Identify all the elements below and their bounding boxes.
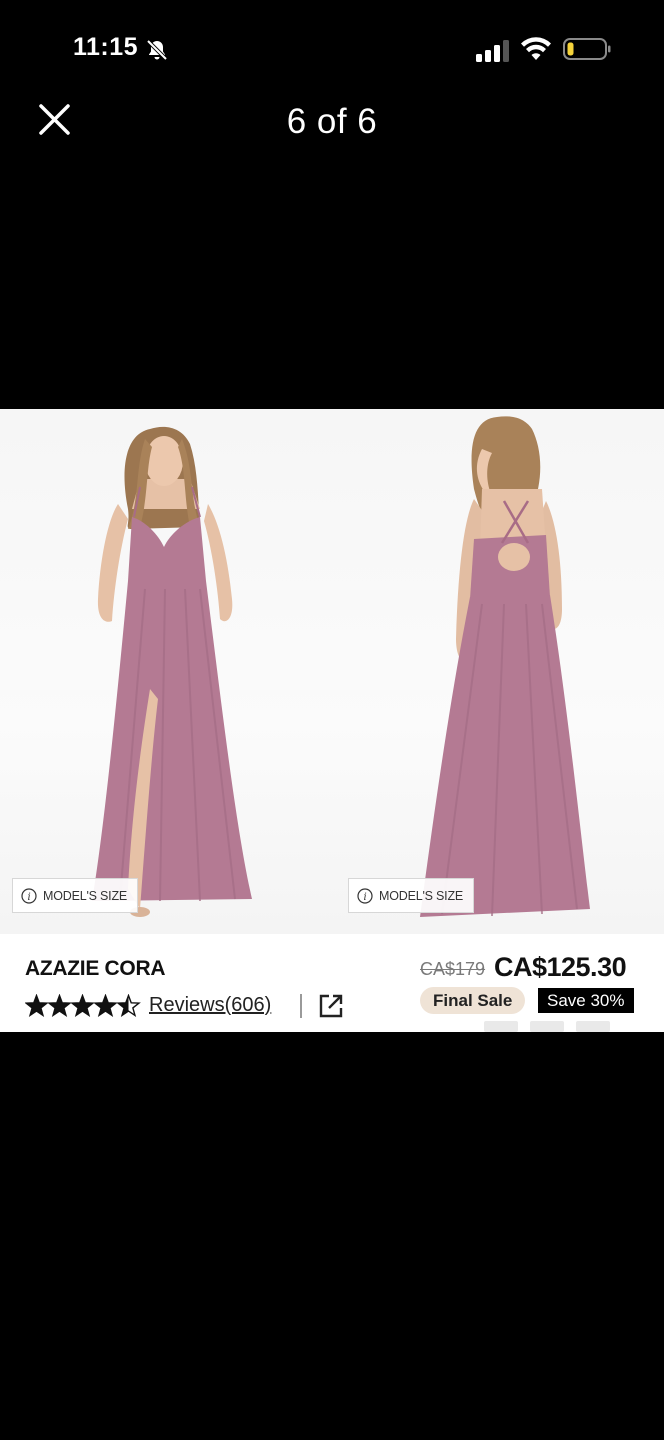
original-price: CA$179 bbox=[420, 959, 486, 979]
sale-price: CA$125.30 bbox=[494, 952, 627, 982]
model-size-button[interactable]: i MODEL'S SIZE bbox=[12, 878, 139, 913]
model-front-illustration bbox=[92, 426, 252, 917]
star-icon bbox=[25, 994, 49, 1018]
divider bbox=[300, 994, 302, 1018]
info-icon: i bbox=[21, 887, 37, 904]
svg-text:i: i bbox=[364, 892, 367, 903]
model-size-button[interactable]: i MODEL'S SIZE bbox=[348, 878, 475, 913]
external-link-icon[interactable] bbox=[318, 993, 344, 1019]
viewer-title: 6 of 6 bbox=[286, 102, 378, 141]
star-icon bbox=[116, 994, 141, 1018]
wifi-icon bbox=[521, 37, 551, 60]
star-icon bbox=[93, 994, 118, 1018]
cellular-signal-icon bbox=[476, 40, 509, 62]
product-screenshot[interactable]: i MODEL'S SIZE i MODEL'S SIZE AZAZIE COR… bbox=[0, 409, 664, 1032]
product-name: AZAZIE CORA bbox=[25, 957, 166, 980]
save-badge: Save 30% bbox=[538, 988, 634, 1013]
reviews-link[interactable]: Reviews(606) bbox=[149, 994, 271, 1017]
info-icon: i bbox=[357, 887, 373, 904]
size-chip[interactable] bbox=[576, 1021, 610, 1032]
svg-text:i: i bbox=[28, 892, 31, 903]
star-icon bbox=[47, 994, 72, 1018]
star-icon bbox=[70, 994, 95, 1018]
model-size-label: MODEL'S SIZE bbox=[379, 888, 464, 903]
product-photo-front bbox=[0, 409, 332, 934]
bell-slash-icon bbox=[146, 39, 168, 61]
size-chip[interactable] bbox=[530, 1021, 564, 1032]
rating-stars bbox=[25, 994, 141, 1018]
battery-low-icon bbox=[563, 38, 611, 60]
final-sale-badge: Final Sale bbox=[420, 987, 526, 1014]
status-time: 11:15 bbox=[73, 33, 139, 61]
product-photo-back bbox=[332, 409, 664, 934]
model-size-label: MODEL'S SIZE bbox=[43, 888, 128, 903]
size-chip[interactable] bbox=[484, 1021, 518, 1032]
model-back-illustration bbox=[420, 416, 590, 917]
status-bar: 11:15 bbox=[0, 0, 664, 100]
